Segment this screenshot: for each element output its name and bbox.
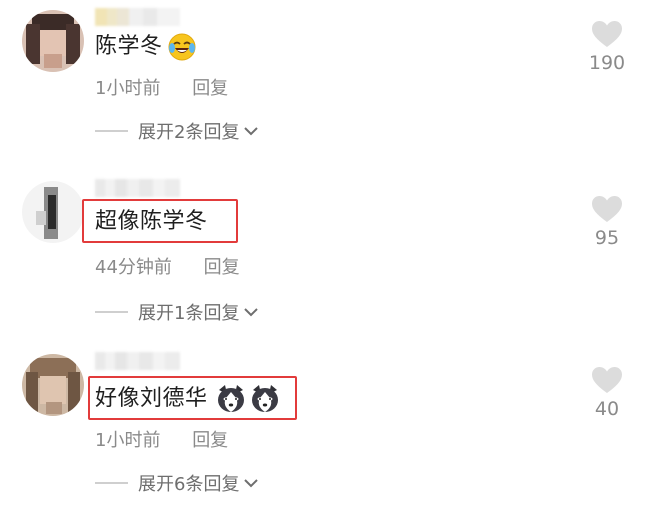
husky-dog-emoji-icon <box>251 385 278 412</box>
comment-text-row: 超像陈学冬 <box>95 207 208 237</box>
comment-meta: 1小时前 回复 <box>95 426 228 452</box>
expand-replies-label: 展开2条回复 <box>138 122 240 143</box>
comment-meta: 1小时前 回复 <box>95 74 228 100</box>
like-count: 190 <box>588 52 626 74</box>
chevron-down-icon <box>244 127 259 136</box>
like-button[interactable]: 95 <box>582 195 632 249</box>
comment-item: 超像陈学冬 44分钟前 回复 展开1条回复 95 <box>0 171 650 342</box>
comment-text: 好像刘德华 <box>95 386 208 411</box>
comment-time: 44分钟前 <box>95 257 172 278</box>
expand-replies-label: 展开6条回复 <box>138 474 240 495</box>
comment-item: 好像刘德华 1小时前 回复 展开6条回复 40 <box>0 344 650 515</box>
comment-time: 1小时前 <box>95 430 161 451</box>
expand-replies-button[interactable]: 展开2条回复 <box>95 118 259 144</box>
like-button[interactable]: 190 <box>582 20 632 74</box>
comment-text: 超像陈学冬 <box>95 209 208 234</box>
divider-line <box>95 311 128 313</box>
avatar[interactable] <box>22 10 84 72</box>
chevron-down-icon <box>244 479 259 488</box>
comment-text-row: 陈学冬 <box>95 32 197 62</box>
like-count: 40 <box>594 398 620 420</box>
divider-line <box>95 130 128 132</box>
husky-dog-emoji-icon <box>217 385 244 412</box>
heart-icon <box>592 367 622 393</box>
expand-replies-button[interactable]: 展开6条回复 <box>95 470 259 496</box>
reply-button[interactable]: 回复 <box>204 257 240 278</box>
expand-replies-button[interactable]: 展开1条回复 <box>95 299 259 325</box>
like-count: 95 <box>594 227 620 249</box>
laughing-tears-emoji-icon <box>168 33 196 61</box>
username-blurred[interactable] <box>95 352 180 370</box>
comment-text: 陈学冬 <box>95 34 163 59</box>
avatar[interactable] <box>22 354 84 416</box>
username-blurred[interactable] <box>95 179 180 197</box>
like-button[interactable]: 40 <box>582 366 632 420</box>
reply-button[interactable]: 回复 <box>192 78 228 99</box>
chevron-down-icon <box>244 308 259 317</box>
heart-icon <box>592 196 622 222</box>
expand-replies-label: 展开1条回复 <box>138 303 240 324</box>
username-blurred[interactable] <box>95 8 180 26</box>
avatar[interactable] <box>22 181 84 243</box>
divider-line <box>95 482 128 484</box>
comment-meta: 44分钟前 回复 <box>95 253 240 279</box>
comment-text-row: 好像刘德华 <box>95 384 280 414</box>
heart-icon <box>592 21 622 47</box>
comment-item: 陈学冬 1小时前 回复 展开2条回复 190 <box>0 0 650 171</box>
reply-button[interactable]: 回复 <box>192 430 228 451</box>
comment-time: 1小时前 <box>95 78 161 99</box>
